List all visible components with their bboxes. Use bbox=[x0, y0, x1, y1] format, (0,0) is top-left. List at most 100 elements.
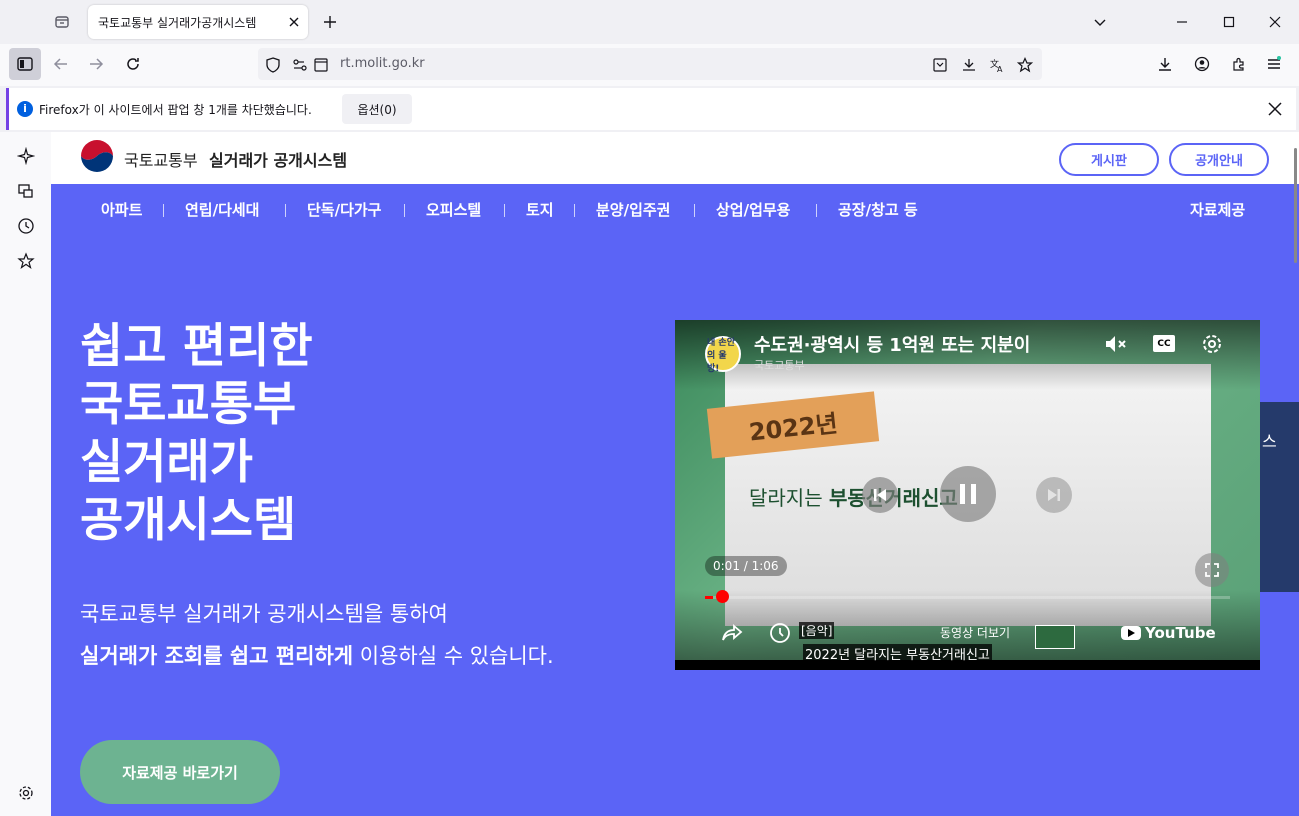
reload-icon[interactable] bbox=[121, 52, 145, 76]
bookmark-star-icon[interactable] bbox=[1016, 56, 1034, 74]
hero-description: 국토교통부 실거래가 공개시스템을 통하여 bbox=[80, 602, 448, 626]
nav-divider bbox=[694, 204, 695, 217]
youtube-video-player[interactable]: 2022년 달라지는 부동산거래신고 내 손안의 울방! 수도권·광역시 등 1… bbox=[675, 320, 1260, 670]
more-videos-thumbnail[interactable] bbox=[1035, 625, 1075, 649]
video-title[interactable]: 수도권·광역시 등 1억원 또는 지분이 bbox=[754, 331, 1030, 357]
close-window-icon[interactable] bbox=[1263, 10, 1287, 34]
account-icon[interactable] bbox=[1190, 52, 1214, 76]
video-progress-bar[interactable] bbox=[705, 596, 1230, 599]
hero-description-2: 실거래가 조회를 쉽고 편리하게 이용하실 수 있습니다. bbox=[80, 640, 554, 670]
site-system-name[interactable]: 실거래가 공개시스템 bbox=[209, 147, 347, 171]
tab-list-icon[interactable] bbox=[50, 10, 74, 34]
close-icon[interactable] bbox=[1266, 100, 1284, 118]
previous-icon[interactable] bbox=[862, 477, 898, 513]
url-text[interactable]: rt.molit.go.kr bbox=[340, 56, 425, 71]
nav-detached-house[interactable]: 단독/다가구 bbox=[307, 199, 381, 220]
nav-toolbar: rt.molit.go.kr 文A bbox=[0, 44, 1299, 86]
tab-title: 국토교통부 실거래가공개시스템 bbox=[98, 16, 257, 30]
site-org-name[interactable]: 국토교통부 bbox=[124, 147, 198, 171]
settings-icon[interactable] bbox=[15, 782, 37, 804]
youtube-logo[interactable]: YouTube bbox=[1121, 624, 1216, 642]
mute-icon[interactable] bbox=[1103, 331, 1129, 357]
info-icon: i bbox=[17, 101, 33, 117]
nav-land[interactable]: 토지 bbox=[526, 199, 554, 220]
nav-divider bbox=[574, 204, 575, 217]
pause-icon[interactable] bbox=[940, 466, 996, 522]
hero-title-line: 국토교통부 bbox=[80, 377, 297, 432]
youtube-play-icon bbox=[1121, 626, 1141, 640]
minimize-icon[interactable] bbox=[1170, 10, 1194, 34]
maximize-icon[interactable] bbox=[1217, 10, 1241, 34]
svg-text:A: A bbox=[997, 65, 1003, 73]
more-videos-button[interactable]: 동영상 더보기 bbox=[940, 624, 1010, 641]
video-subtitle-prefix: 달라지는 bbox=[749, 486, 829, 510]
nav-divider bbox=[163, 204, 164, 217]
ai-sparkle-icon[interactable] bbox=[15, 145, 37, 167]
permissions-icon[interactable] bbox=[292, 56, 310, 74]
page-icon[interactable] bbox=[312, 56, 330, 74]
back-icon[interactable] bbox=[49, 52, 73, 76]
popup-blocked-notification: i Firefox가 이 사이트에서 팝업 창 1개를 차단했습니다. 옵션(0… bbox=[6, 88, 1296, 130]
bookmarks-icon[interactable] bbox=[15, 250, 37, 272]
nav-divider bbox=[816, 204, 817, 217]
web-page: 국토교통부 실거래가 공개시스템 게시판 공개안내 아파트 연립/다세대 단독/… bbox=[51, 132, 1299, 816]
page-scrollbar[interactable] bbox=[1294, 148, 1297, 263]
url-bar[interactable]: rt.molit.go.kr 文A bbox=[258, 48, 1042, 80]
close-icon[interactable] bbox=[286, 14, 302, 30]
hero-description-rest: 이용하실 수 있습니다. bbox=[353, 644, 554, 668]
data-provision-shortcut-button[interactable]: 자료제공 바로가기 bbox=[80, 740, 280, 804]
site-header: 국토교통부 실거래가 공개시스템 게시판 공개안내 bbox=[51, 132, 1299, 184]
nav-divider bbox=[285, 204, 286, 217]
hero-description-bold: 실거래가 조회를 쉽고 편리하게 bbox=[80, 644, 354, 668]
video-scrubber-handle[interactable] bbox=[716, 590, 729, 603]
gear-icon[interactable] bbox=[1199, 331, 1225, 357]
nav-row-house[interactable]: 연립/다세대 bbox=[185, 199, 259, 220]
nav-officetel[interactable]: 오피스텔 bbox=[426, 199, 481, 220]
nav-apartment[interactable]: 아파트 bbox=[101, 199, 142, 220]
video-subtitle: 달라지는 부동산거래신고 bbox=[749, 482, 958, 511]
save-page-icon[interactable] bbox=[960, 56, 978, 74]
translate-icon[interactable]: 文A bbox=[988, 56, 1006, 74]
nav-factory[interactable]: 공장/창고 등 bbox=[838, 199, 918, 220]
browser-tab[interactable]: 국토교통부 실거래가공개시스템 bbox=[88, 5, 308, 39]
nav-commercial[interactable]: 상업/업무용 bbox=[716, 199, 790, 220]
video-time: 0:01 / 1:06 bbox=[705, 556, 787, 576]
disclosure-guide-button[interactable]: 공개안내 bbox=[1169, 143, 1269, 176]
government-emblem-icon[interactable] bbox=[79, 140, 115, 176]
downloads-icon[interactable] bbox=[1153, 52, 1177, 76]
chevron-down-icon[interactable] bbox=[1088, 10, 1112, 34]
board-button[interactable]: 게시판 bbox=[1059, 143, 1159, 176]
plus-icon[interactable] bbox=[320, 12, 340, 32]
next-icon[interactable] bbox=[1036, 477, 1072, 513]
sidebar-toggle-icon[interactable] bbox=[9, 48, 41, 80]
forward-icon[interactable] bbox=[84, 52, 108, 76]
hero-title-line: 실거래가 bbox=[80, 435, 253, 490]
shield-icon[interactable] bbox=[264, 56, 282, 74]
menu-icon[interactable] bbox=[1262, 52, 1286, 76]
watch-later-icon[interactable] bbox=[767, 620, 793, 646]
notification-options-button[interactable]: 옵션(0) bbox=[342, 94, 412, 124]
share-icon[interactable] bbox=[719, 620, 745, 646]
hero-title-line: 쉽고 편리한 bbox=[80, 319, 313, 374]
hero-title-line: 공개시스템 bbox=[80, 493, 297, 548]
history-icon[interactable] bbox=[15, 215, 37, 237]
video-caption-line: 2022년 달라지는 부동산거래신고 bbox=[803, 644, 992, 663]
nav-divider bbox=[404, 204, 405, 217]
video-channel-name[interactable]: 국토교통부 bbox=[754, 357, 805, 373]
notification-text: Firefox가 이 사이트에서 팝업 창 1개를 차단했습니다. bbox=[39, 103, 312, 117]
synced-tabs-icon[interactable] bbox=[15, 180, 37, 202]
side-tab-text: 스 bbox=[1262, 432, 1277, 451]
fullscreen-icon[interactable] bbox=[1195, 553, 1229, 587]
youtube-wordmark: YouTube bbox=[1145, 624, 1216, 642]
closed-captions-button[interactable]: CC bbox=[1153, 335, 1175, 352]
nav-data-provision[interactable]: 자료제공 bbox=[1190, 199, 1245, 220]
nav-divider bbox=[504, 204, 505, 217]
hero-title: 쉽고 편리한 국토교통부 실거래가 공개시스템 bbox=[80, 318, 560, 550]
nav-presale[interactable]: 분양/입주권 bbox=[596, 199, 670, 220]
main-nav: 아파트 연립/다세대 단독/다가구 오피스텔 토지 분양/입주권 상업/업무용 … bbox=[51, 184, 1299, 234]
reader-view-icon[interactable] bbox=[931, 56, 949, 74]
extensions-icon[interactable] bbox=[1227, 52, 1251, 76]
tab-strip: 국토교통부 실거래가공개시스템 bbox=[0, 0, 1299, 44]
channel-avatar[interactable]: 내 손안의 울방! bbox=[705, 336, 741, 374]
video-caption-line: [음악] bbox=[799, 622, 835, 639]
